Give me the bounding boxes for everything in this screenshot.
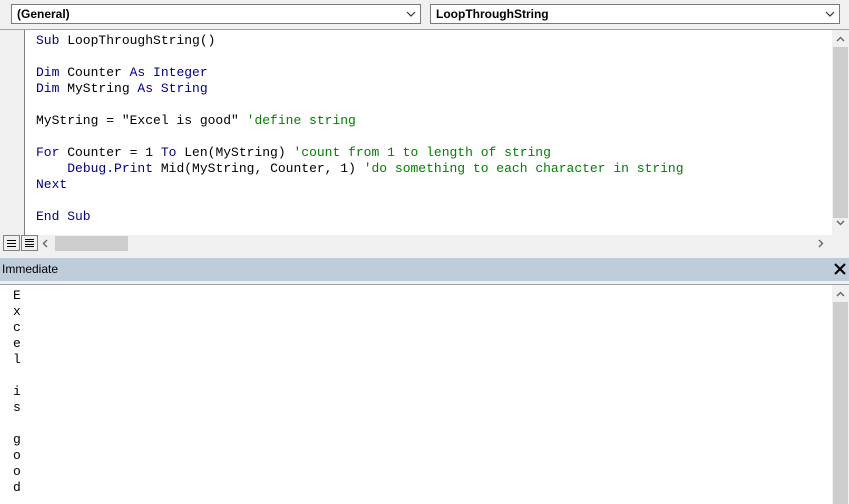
code-horizontal-scrollbar[interactable] — [0, 235, 849, 252]
full-module-view-icon[interactable] — [21, 235, 38, 251]
chevron-down-icon[interactable] — [406, 10, 416, 18]
code-line[interactable]: Sub LoopThroughString() — [36, 33, 684, 49]
code-keyword: To — [160, 145, 177, 160]
code-keyword: Dim — [36, 65, 60, 80]
code-keyword: Next — [36, 177, 68, 192]
code-line[interactable]: For Counter = 1 To Len(MyString) 'count … — [36, 145, 684, 161]
immediate-window[interactable]: Excelisgood — [0, 284, 849, 504]
code-editor[interactable]: Sub LoopThroughString() Dim Counter As In… — [0, 29, 849, 252]
code-keyword: String — [160, 81, 208, 96]
code-comment: 'define string — [246, 113, 356, 128]
object-dropdown[interactable]: (General) — [11, 4, 421, 24]
procedure-dropdown-value: LoopThroughString — [436, 7, 549, 21]
immediate-output-line: E — [13, 288, 21, 303]
code-line[interactable]: Dim Counter As Integer — [36, 65, 684, 81]
code-line[interactable] — [36, 49, 684, 65]
code-line[interactable]: Next — [36, 177, 684, 193]
code-keyword: Integer — [153, 65, 208, 80]
code-margin-indicator-bar[interactable] — [0, 30, 25, 235]
code-comment: 'count from 1 to length of string — [293, 145, 551, 160]
code-keyword: For — [36, 145, 60, 160]
code-comment: 'do something to each character in strin… — [363, 161, 684, 176]
immediate-output-line: s — [13, 400, 21, 415]
scroll-right-arrow-icon[interactable] — [818, 239, 824, 248]
code-horizontal-scroll-thumb[interactable] — [55, 236, 128, 251]
immediate-window-titlebar[interactable]: Immediate — [0, 258, 849, 281]
code-keyword: As — [129, 65, 146, 80]
scroll-down-arrow-icon[interactable] — [836, 220, 845, 226]
object-dropdown-value: (General) — [17, 7, 70, 21]
code-text-token: Counter = 1 — [59, 145, 161, 160]
code-line[interactable] — [36, 193, 684, 209]
code-keyword: Debug.Print — [67, 161, 154, 176]
code-line[interactable] — [36, 129, 684, 145]
code-line[interactable]: End Sub — [36, 209, 684, 225]
code-text-token: LoopThroughString() — [59, 33, 216, 48]
immediate-window-title: Immediate — [2, 262, 59, 276]
immediate-vertical-scroll-thumb[interactable] — [833, 302, 848, 504]
code-text-token: Mid(MyString, Counter, 1) — [153, 161, 364, 176]
code-text[interactable]: Sub LoopThroughString() Dim Counter As In… — [36, 33, 684, 225]
code-keyword: Sub — [36, 33, 60, 48]
immediate-output-line: l — [13, 352, 21, 367]
immediate-output-line: o — [13, 464, 21, 479]
immediate-output-line: e — [13, 336, 21, 351]
code-line[interactable]: Debug.Print Mid(MyString, Counter, 1) 'd… — [36, 161, 684, 177]
code-line[interactable] — [36, 97, 684, 113]
chevron-down-icon[interactable] — [825, 10, 835, 18]
procedure-dropdown[interactable]: LoopThroughString — [430, 4, 840, 24]
immediate-output-line — [13, 416, 21, 432]
immediate-output-line: i — [13, 384, 21, 399]
scroll-up-arrow-icon[interactable] — [836, 291, 845, 297]
code-text-token: MyString = "Excel is good" — [36, 113, 247, 128]
code-window-toolbar: (General) LoopThroughString — [0, 0, 849, 29]
immediate-output-line: x — [13, 304, 21, 319]
code-keyword: Dim — [36, 81, 60, 96]
code-text-token: MyString — [59, 81, 138, 96]
code-keyword: End Sub — [36, 209, 91, 224]
scroll-left-arrow-icon[interactable] — [42, 239, 48, 248]
immediate-output[interactable]: Excelisgood — [13, 288, 21, 496]
code-text-token: Len(MyString) — [176, 145, 294, 160]
close-icon[interactable] — [832, 261, 848, 277]
immediate-output-line: o — [13, 448, 21, 463]
code-line[interactable]: Dim MyString As String — [36, 81, 684, 97]
immediate-output-line: g — [13, 432, 21, 447]
immediate-output-line: c — [13, 320, 21, 335]
code-text-token: Counter — [59, 65, 130, 80]
code-keyword: As — [137, 81, 154, 96]
procedure-view-icon[interactable] — [3, 235, 20, 251]
code-line[interactable]: MyString = "Excel is good" 'define strin… — [36, 113, 684, 129]
code-vertical-scroll-thumb[interactable] — [833, 47, 848, 218]
immediate-output-line: d — [13, 480, 21, 495]
code-vertical-scrollbar[interactable] — [832, 30, 849, 235]
immediate-output-line — [13, 368, 21, 384]
scroll-up-arrow-icon[interactable] — [836, 36, 845, 42]
immediate-vertical-scrollbar[interactable] — [832, 285, 849, 504]
